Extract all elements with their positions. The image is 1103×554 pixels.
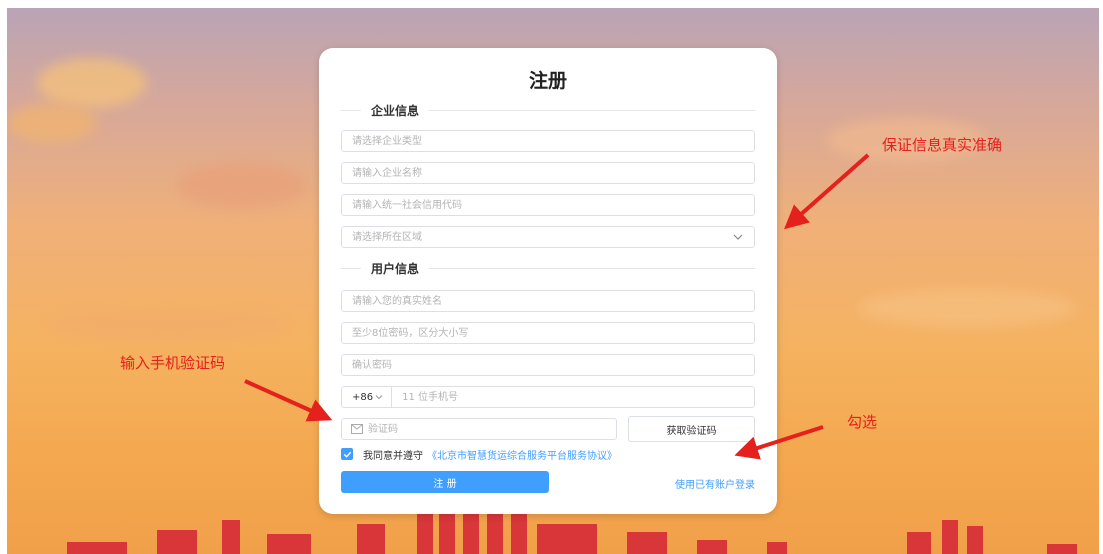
cloud xyxy=(37,58,147,108)
agree-text: 我同意并遵守 xyxy=(363,450,423,462)
divider xyxy=(429,109,755,111)
company-type-input[interactable] xyxy=(342,131,754,151)
cloud xyxy=(857,288,1077,328)
check-icon xyxy=(343,451,351,458)
real-name-input[interactable] xyxy=(342,291,754,311)
credit-code-input[interactable] xyxy=(342,195,754,215)
company-name-input[interactable] xyxy=(342,163,754,183)
country-code-value: +86 xyxy=(352,391,374,403)
city-silhouette xyxy=(907,532,931,554)
service-agreement-link[interactable]: 《北京市智慧货运综合服务平台服务协议》 xyxy=(427,447,617,462)
city-silhouette xyxy=(697,540,727,554)
agree-checkbox[interactable] xyxy=(341,448,353,460)
annotation-check: 勾选 xyxy=(847,413,878,431)
city-silhouette xyxy=(222,520,240,554)
cloud xyxy=(177,163,307,208)
confirm-password-field[interactable] xyxy=(341,354,755,376)
verification-code-input[interactable] xyxy=(363,419,616,439)
annotation-enter-code: 输入手机验证码 xyxy=(120,354,226,372)
annotation-accuracy: 保证信息真实准确 xyxy=(882,136,1003,154)
register-card: 注册 企业信息 用户信息 +86 xyxy=(319,48,777,514)
divider xyxy=(341,267,361,269)
city-silhouette xyxy=(267,534,311,554)
divider xyxy=(429,267,755,269)
login-link[interactable]: 使用已有账户登录 xyxy=(675,476,755,491)
city-silhouette xyxy=(942,520,958,554)
verification-code-field[interactable] xyxy=(341,418,617,440)
section-label: 用户信息 xyxy=(371,261,420,276)
country-code-select[interactable]: +86 xyxy=(342,387,393,407)
city-silhouette xyxy=(357,524,385,554)
page-title: 注册 xyxy=(528,70,567,92)
region-input[interactable] xyxy=(342,227,754,247)
company-name-field[interactable] xyxy=(341,162,755,184)
city-silhouette xyxy=(537,524,597,554)
city-silhouette xyxy=(967,526,983,554)
section-company-info: 企业信息 xyxy=(341,102,755,118)
password-field[interactable] xyxy=(341,322,755,344)
city-silhouette xyxy=(1047,544,1077,554)
phone-input[interactable] xyxy=(392,387,754,407)
credit-code-field[interactable] xyxy=(341,194,755,216)
section-label: 企业信息 xyxy=(371,103,420,118)
city-silhouette xyxy=(67,542,127,554)
real-name-field[interactable] xyxy=(341,290,755,312)
confirm-password-input[interactable] xyxy=(342,355,754,375)
city-silhouette xyxy=(511,510,527,554)
mail-icon xyxy=(351,424,363,434)
phone-field[interactable]: +86 xyxy=(341,386,755,408)
cloud xyxy=(47,308,287,343)
city-silhouette xyxy=(767,542,787,554)
cloud xyxy=(7,103,97,143)
region-select[interactable] xyxy=(341,226,755,248)
password-input[interactable] xyxy=(342,323,754,343)
section-user-info: 用户信息 xyxy=(341,260,755,276)
agreement-row: 我同意并遵守 《北京市智慧货运综合服务平台服务协议》 xyxy=(341,447,617,462)
register-button[interactable]: 注 册 xyxy=(341,471,549,493)
city-silhouette xyxy=(627,532,667,554)
divider xyxy=(341,109,361,111)
city-silhouette xyxy=(157,530,197,554)
chevron-down-icon[interactable] xyxy=(732,231,744,243)
company-type-select[interactable] xyxy=(341,130,755,152)
chevron-down-icon xyxy=(375,395,383,400)
get-code-button[interactable]: 获取验证码 xyxy=(628,416,755,442)
